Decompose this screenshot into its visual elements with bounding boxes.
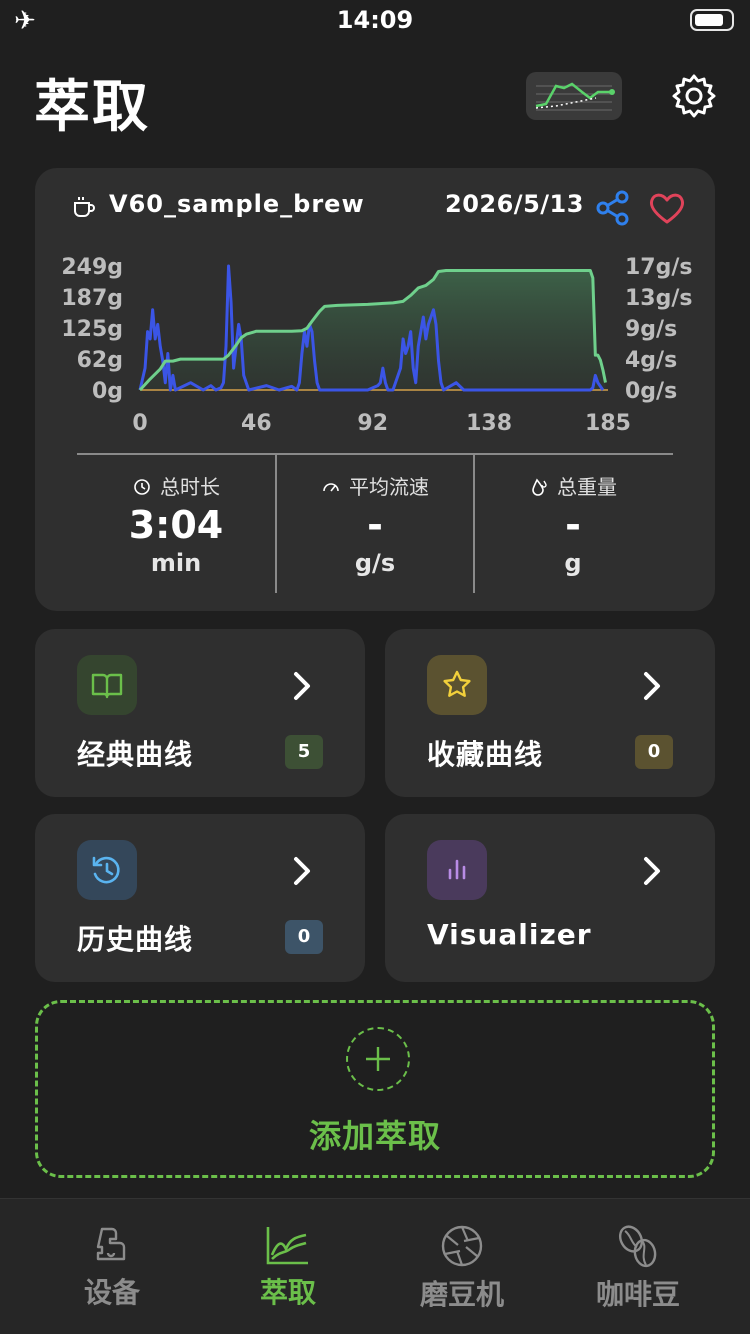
battery-icon: [690, 9, 734, 31]
brew-date: 2026/5/13: [445, 190, 584, 218]
star-icon: [443, 670, 471, 697]
y-left-tick-label: 125g: [61, 317, 123, 342]
tile-label: 收藏曲线: [427, 738, 544, 771]
settings-button[interactable]: [668, 70, 720, 122]
nav-item-grinder[interactable]: 磨豆机: [402, 1223, 522, 1313]
coffee-bean-icon: [618, 1225, 657, 1268]
chevron-right-icon: [644, 857, 660, 885]
stat-value: -: [367, 503, 383, 547]
scale-device-icon: [96, 1227, 126, 1261]
y-right-tick-label: 17g/s: [625, 255, 693, 280]
brew-chart: 249g 187g 125g 62g 0g 17g/s 13g/s 9g/s 4g/s 0g/s 0…: [61, 255, 693, 436]
classic-curves-tile[interactable]: 经典曲线 5: [35, 629, 365, 797]
stat-avg-flow: 平均流速 - g/s: [275, 455, 473, 593]
nav-label: 设备: [83, 1276, 140, 1309]
status-bar: ✈ 14:09: [0, 0, 750, 40]
stat-label: 平均流速: [349, 475, 429, 499]
tile-label: 历史曲线: [77, 923, 194, 956]
line-chart-icon: [266, 1227, 308, 1265]
count-badge: 0: [635, 735, 673, 769]
x-tick-label: 0: [132, 411, 147, 436]
brew-card[interactable]: V60_sample_brew 2026/5/13 249g 187g 125g 62…: [35, 168, 715, 611]
y-left-tick-label: 249g: [61, 255, 123, 280]
stat-value: 3:04: [128, 503, 224, 547]
favorite-curves-tile[interactable]: 收藏曲线 0: [385, 629, 715, 797]
brew-name: V60_sample_brew: [109, 190, 365, 218]
nav-item-beans[interactable]: 咖啡豆: [578, 1223, 698, 1313]
y-right-tick-label: 0g/s: [625, 379, 677, 404]
mini-curve-icon: [535, 82, 615, 111]
stat-unit: g: [564, 549, 582, 577]
y-left-tick-label: 0g: [92, 379, 123, 404]
y-right-tick-label: 9g/s: [625, 317, 677, 342]
clock-icon: [134, 479, 150, 495]
status-time: 14:09: [336, 6, 414, 34]
plus-icon: [366, 1047, 390, 1071]
stat-label: 总重量: [557, 475, 617, 499]
chevron-right-icon: [644, 672, 660, 700]
x-tick-label: 92: [357, 411, 388, 436]
coffee-cup-icon: [74, 197, 95, 217]
stat-total-weight: 总重量 - g: [473, 455, 671, 593]
stat-label: 总时长: [160, 475, 220, 499]
weight-area: [140, 270, 606, 390]
stats-row: 总时长 3:04 min 平均流速 - g/s 总重量 - g: [77, 453, 673, 593]
count-badge: 5: [285, 735, 323, 769]
aperture-icon: [441, 1225, 483, 1267]
mini-curve-button[interactable]: [526, 72, 622, 120]
y-left-tick-label: 187g: [61, 286, 123, 311]
stat-unit: min: [150, 549, 202, 577]
nav-label: 磨豆机: [419, 1278, 504, 1311]
x-tick-label: 46: [241, 411, 272, 436]
y-right-tick-label: 4g/s: [625, 348, 677, 373]
history-icon: [92, 856, 120, 884]
heart-icon[interactable]: [647, 188, 687, 228]
visualizer-tile[interactable]: Visualizer: [385, 814, 715, 982]
tile-label: 经典曲线: [77, 738, 194, 771]
bar-chart-icon: [448, 859, 466, 880]
nav-item-device[interactable]: 设备: [52, 1223, 172, 1313]
gear-icon: [672, 74, 716, 118]
y-right-tick-label: 13g/s: [625, 286, 693, 311]
chevron-right-icon: [294, 857, 310, 885]
gauge-icon: [323, 483, 339, 492]
history-curves-tile[interactable]: 历史曲线 0: [35, 814, 365, 982]
add-brew-button[interactable]: 添加萃取: [35, 1000, 715, 1178]
nav-label: 萃取: [259, 1276, 316, 1309]
count-badge: 0: [285, 920, 323, 954]
chevron-right-icon: [294, 672, 310, 700]
tile-label: Visualizer: [427, 918, 592, 951]
drop-icon: [532, 478, 547, 496]
stat-total-time: 总时长 3:04 min: [77, 455, 275, 593]
y-left-tick-label: 62g: [77, 348, 123, 373]
page-title: 萃取: [34, 75, 150, 140]
nav-item-brew[interactable]: 萃取: [228, 1223, 348, 1313]
bottom-nav: 设备 萃取 磨豆机 咖啡豆: [0, 1198, 750, 1334]
stat-value: -: [565, 503, 581, 547]
share-icon[interactable]: [593, 188, 633, 228]
x-tick-label: 185: [585, 411, 631, 436]
add-brew-label: 添加萃取: [308, 1117, 441, 1155]
book-icon: [91, 673, 123, 699]
stat-unit: g/s: [354, 549, 396, 577]
x-tick-label: 138: [466, 411, 512, 436]
nav-label: 咖啡豆: [595, 1278, 680, 1311]
